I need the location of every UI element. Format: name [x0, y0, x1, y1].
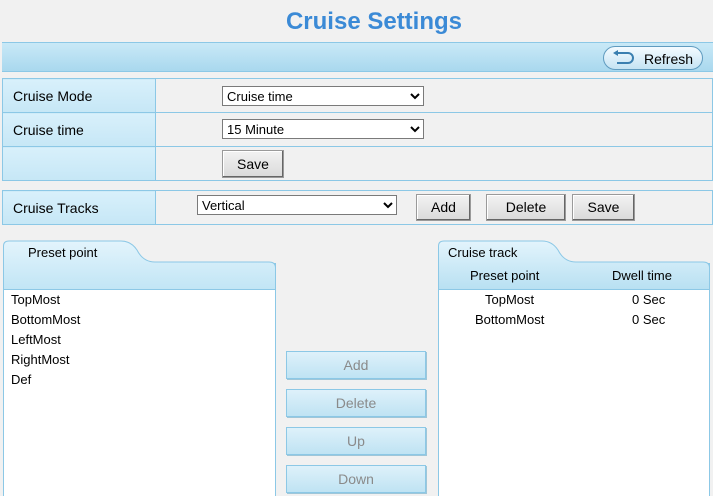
tracks-add-button[interactable]: Add [416, 194, 471, 221]
move-up-button[interactable]: Up [286, 427, 426, 455]
preset-item-2[interactable]: LeftMost [11, 332, 61, 347]
toolbar-bar: Refresh [2, 42, 713, 72]
cruise-track-panel [438, 263, 710, 496]
cruise-tracks-label: Cruise Tracks [2, 190, 156, 225]
page-title: Cruise Settings [285, 8, 463, 35]
track-row-0-preset[interactable]: TopMost [485, 292, 534, 307]
empty-label-cell [2, 146, 156, 181]
cruise-tracks-table: Cruise Tracks Vertical Add Delete Save [2, 190, 713, 225]
cruise-track-title: Cruise track [448, 245, 518, 260]
cruise-track-tab: Cruise track Preset point Dwell time [438, 240, 710, 290]
preset-item-3[interactable]: RightMost [11, 352, 70, 367]
settings-save-button[interactable]: Save [222, 150, 284, 178]
track-row-0-dwell: 0 Sec [632, 292, 666, 307]
move-down-button[interactable]: Down [286, 465, 426, 493]
col-dwell-header: Dwell time [612, 268, 672, 283]
cruise-mode-label: Cruise Mode [2, 78, 156, 113]
col-preset-header: Preset point [470, 268, 540, 283]
refresh-label: Refresh [644, 51, 694, 67]
cruise-tracks-select[interactable]: Vertical [197, 195, 397, 215]
add-preset-button[interactable]: Add [286, 351, 426, 379]
tracks-save-button[interactable]: Save [572, 194, 635, 221]
refresh-button[interactable]: Refresh [603, 46, 703, 70]
preset-item-1[interactable]: BottomMost [11, 312, 80, 327]
cruise-time-label: Cruise time [2, 112, 156, 147]
track-row-1-preset[interactable]: BottomMost [475, 312, 544, 327]
cruise-mode-select[interactable]: Cruise time [222, 86, 424, 106]
preset-item-4[interactable]: Def [11, 372, 31, 387]
tracks-delete-button[interactable]: Delete [486, 194, 566, 221]
preset-item-0[interactable]: TopMost [11, 292, 60, 307]
delete-preset-button[interactable]: Delete [286, 389, 426, 417]
preset-panel-tab: Preset point [3, 240, 276, 290]
refresh-icon [612, 50, 634, 69]
cruise-time-select[interactable]: 15 Minute [222, 119, 424, 139]
track-row-1-dwell: 0 Sec [632, 312, 666, 327]
cruise-settings-table: Cruise Mode Cruise time Cruise time 15 M… [2, 78, 713, 181]
preset-panel-title: Preset point [28, 245, 98, 260]
